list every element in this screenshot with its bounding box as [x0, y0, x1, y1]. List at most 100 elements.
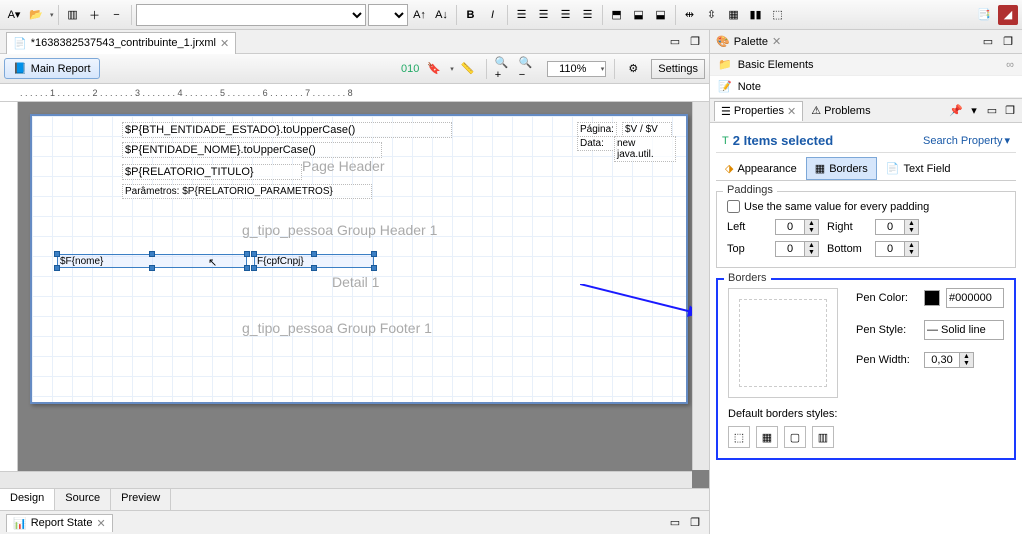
border-style-all[interactable]: ▦: [756, 426, 778, 448]
pen-width-spinner[interactable]: ▲▼: [924, 352, 974, 368]
font-increase-icon[interactable]: A↑: [410, 5, 430, 25]
border-style-none[interactable]: ⬚: [728, 426, 750, 448]
default-border-styles: ⬚ ▦ ▢ ▥: [728, 426, 1004, 448]
palette-basic-elements[interactable]: 📁 Basic Elements ∞: [710, 54, 1022, 76]
border-style-outer[interactable]: ▢: [784, 426, 806, 448]
barcode-icon[interactable]: ▮▮: [746, 5, 766, 25]
zoom-out-icon[interactable]: 🔍−: [519, 59, 539, 79]
bookmark-icon[interactable]: 🔖: [424, 59, 444, 79]
columns-icon[interactable]: ▥: [63, 5, 83, 25]
logo-icon[interactable]: ◢: [998, 5, 1018, 25]
tab-design[interactable]: Design: [0, 489, 55, 510]
tab-properties[interactable]: ☰ Properties ✕: [714, 101, 803, 121]
padding-bottom-spinner[interactable]: ▲▼: [875, 241, 919, 257]
zoom-input[interactable]: [549, 63, 597, 75]
pen-color-swatch[interactable]: [924, 290, 940, 306]
default-styles-label: Default borders styles:: [728, 408, 1004, 420]
open-icon[interactable]: 📂: [26, 5, 46, 25]
field-titulo[interactable]: $P{RELATORIO_TITULO}: [122, 164, 302, 180]
font-color-icon[interactable]: A▾: [4, 5, 24, 25]
selected-field-nome[interactable]: $F{nome}: [57, 254, 247, 268]
bold-icon[interactable]: B: [461, 5, 481, 25]
tab-source[interactable]: Source: [55, 489, 111, 510]
binary-icon[interactable]: 010: [400, 59, 420, 79]
border-preview[interactable]: [728, 288, 838, 398]
padding-top-spinner[interactable]: ▲▼: [775, 241, 819, 257]
report-state-tab[interactable]: 📊 Report State ✕: [6, 514, 113, 532]
properties-body: T 2 Items selected Search Property▾ ⬗ Ap…: [710, 123, 1022, 534]
field-estado[interactable]: $P{BTH_ENTIDADE_ESTADO}.toUpperCase(): [122, 122, 452, 138]
scrollbar-horizontal[interactable]: [0, 471, 692, 488]
label-pen-color: Pen Color:: [856, 292, 918, 304]
report-page[interactable]: $P{BTH_ENTIDADE_ESTADO}.toUpperCase() Pá…: [30, 114, 688, 404]
minimize-icon[interactable]: ▭: [984, 103, 1000, 119]
pin-icon[interactable]: 📌: [948, 103, 964, 119]
minimize-icon[interactable]: ▭: [667, 515, 683, 531]
perspective-icon[interactable]: 📑: [974, 5, 994, 25]
pen-color-input[interactable]: [946, 288, 1004, 308]
distribute-v-icon[interactable]: ⇳: [702, 5, 722, 25]
distribute-h-icon[interactable]: ⇹: [680, 5, 700, 25]
band-page-header: Page Header: [302, 158, 385, 174]
gear-icon[interactable]: ⚙: [623, 59, 643, 79]
font-decrease-icon[interactable]: A↓: [432, 5, 452, 25]
pen-style-select[interactable]: [924, 320, 1004, 340]
maximize-icon[interactable]: ❐: [687, 34, 703, 50]
field-data[interactable]: new java.util.: [614, 136, 676, 162]
minimize-icon[interactable]: ▭: [667, 34, 683, 50]
align-justify-icon[interactable]: ☰: [578, 5, 598, 25]
plus-icon[interactable]: ＋: [85, 5, 105, 25]
main-report-button[interactable]: 📘 Main Report: [4, 58, 100, 79]
font-size-select[interactable]: [368, 4, 408, 26]
close-icon[interactable]: ✕: [96, 517, 105, 530]
padding-same-checkbox[interactable]: Use the same value for every padding: [727, 200, 1005, 213]
close-icon[interactable]: ✕: [220, 37, 229, 50]
selected-field-cpf[interactable]: F{cpfCnpj}: [254, 254, 374, 268]
maximize-icon[interactable]: ❐: [1000, 34, 1016, 50]
tab-preview[interactable]: Preview: [111, 489, 171, 510]
font-select[interactable]: [136, 4, 366, 26]
maximize-icon[interactable]: ❐: [1002, 103, 1018, 119]
editor-tab[interactable]: 📄 *1638382537543_contribuinte_1.jrxml ✕: [6, 32, 236, 54]
properties-header: ☰ Properties ✕ ⚠ Problems 📌 ▾ ▭ ❐: [710, 99, 1022, 123]
italic-icon[interactable]: I: [483, 5, 503, 25]
tab-problems[interactable]: ⚠ Problems: [805, 101, 876, 120]
close-icon[interactable]: ✕: [772, 35, 781, 48]
tab-appearance[interactable]: ⬗ Appearance: [716, 157, 806, 180]
minus-icon[interactable]: −: [107, 5, 127, 25]
align-left-icon[interactable]: ☰: [512, 5, 532, 25]
valign-middle-icon[interactable]: ⬓: [629, 5, 649, 25]
report-state-label: Report State: [31, 517, 93, 530]
design-canvas[interactable]: . . . . . . 1 . . . . . . . 2 . . . . . …: [0, 84, 709, 488]
field-nome[interactable]: $P{ENTIDADE_NOME}.toUpperCase(): [122, 142, 382, 158]
tab-borders[interactable]: ▦ Borders: [806, 157, 877, 180]
scrollbar-vertical[interactable]: [692, 102, 709, 470]
main-report-label: Main Report: [31, 63, 91, 75]
layout-icon[interactable]: ▦: [724, 5, 744, 25]
note-icon: 📝: [718, 80, 732, 93]
padding-left-spinner[interactable]: ▲▼: [775, 219, 819, 235]
maximize-icon[interactable]: ❐: [687, 515, 703, 531]
ruler-horizontal: . . . . . . 1 . . . . . . . 2 . . . . . …: [0, 84, 709, 102]
tab-textfield[interactable]: 📄 Text Field: [877, 157, 960, 180]
minimize-icon[interactable]: ▭: [980, 34, 996, 50]
dotted-box-icon[interactable]: ⬚: [768, 5, 788, 25]
zoom-in-icon[interactable]: 🔍+: [495, 59, 515, 79]
report-icon: 📘: [13, 62, 27, 75]
label-pen-style: Pen Style:: [856, 324, 918, 336]
zoom-combo[interactable]: ▾: [547, 61, 607, 77]
align-center-icon[interactable]: ☰: [534, 5, 554, 25]
menu-icon[interactable]: ▾: [966, 103, 982, 119]
palette-note[interactable]: 📝 Note: [710, 76, 1022, 98]
valign-top-icon[interactable]: ⬒: [607, 5, 627, 25]
valign-bottom-icon[interactable]: ⬓: [651, 5, 671, 25]
search-property-button[interactable]: Search Property▾: [923, 134, 1010, 147]
field-pagina[interactable]: $V / $V: [622, 122, 672, 137]
padding-right-spinner[interactable]: ▲▼: [875, 219, 919, 235]
report-state-bar: 📊 Report State ✕ ▭ ❐: [0, 510, 709, 534]
field-parametros[interactable]: Parâmetros: $P{RELATORIO_PARAMETROS}: [122, 184, 372, 199]
border-style-inner[interactable]: ▥: [812, 426, 834, 448]
ruler-icon[interactable]: 📏: [458, 59, 478, 79]
align-right-icon[interactable]: ☰: [556, 5, 576, 25]
settings-button[interactable]: Settings: [651, 59, 705, 79]
